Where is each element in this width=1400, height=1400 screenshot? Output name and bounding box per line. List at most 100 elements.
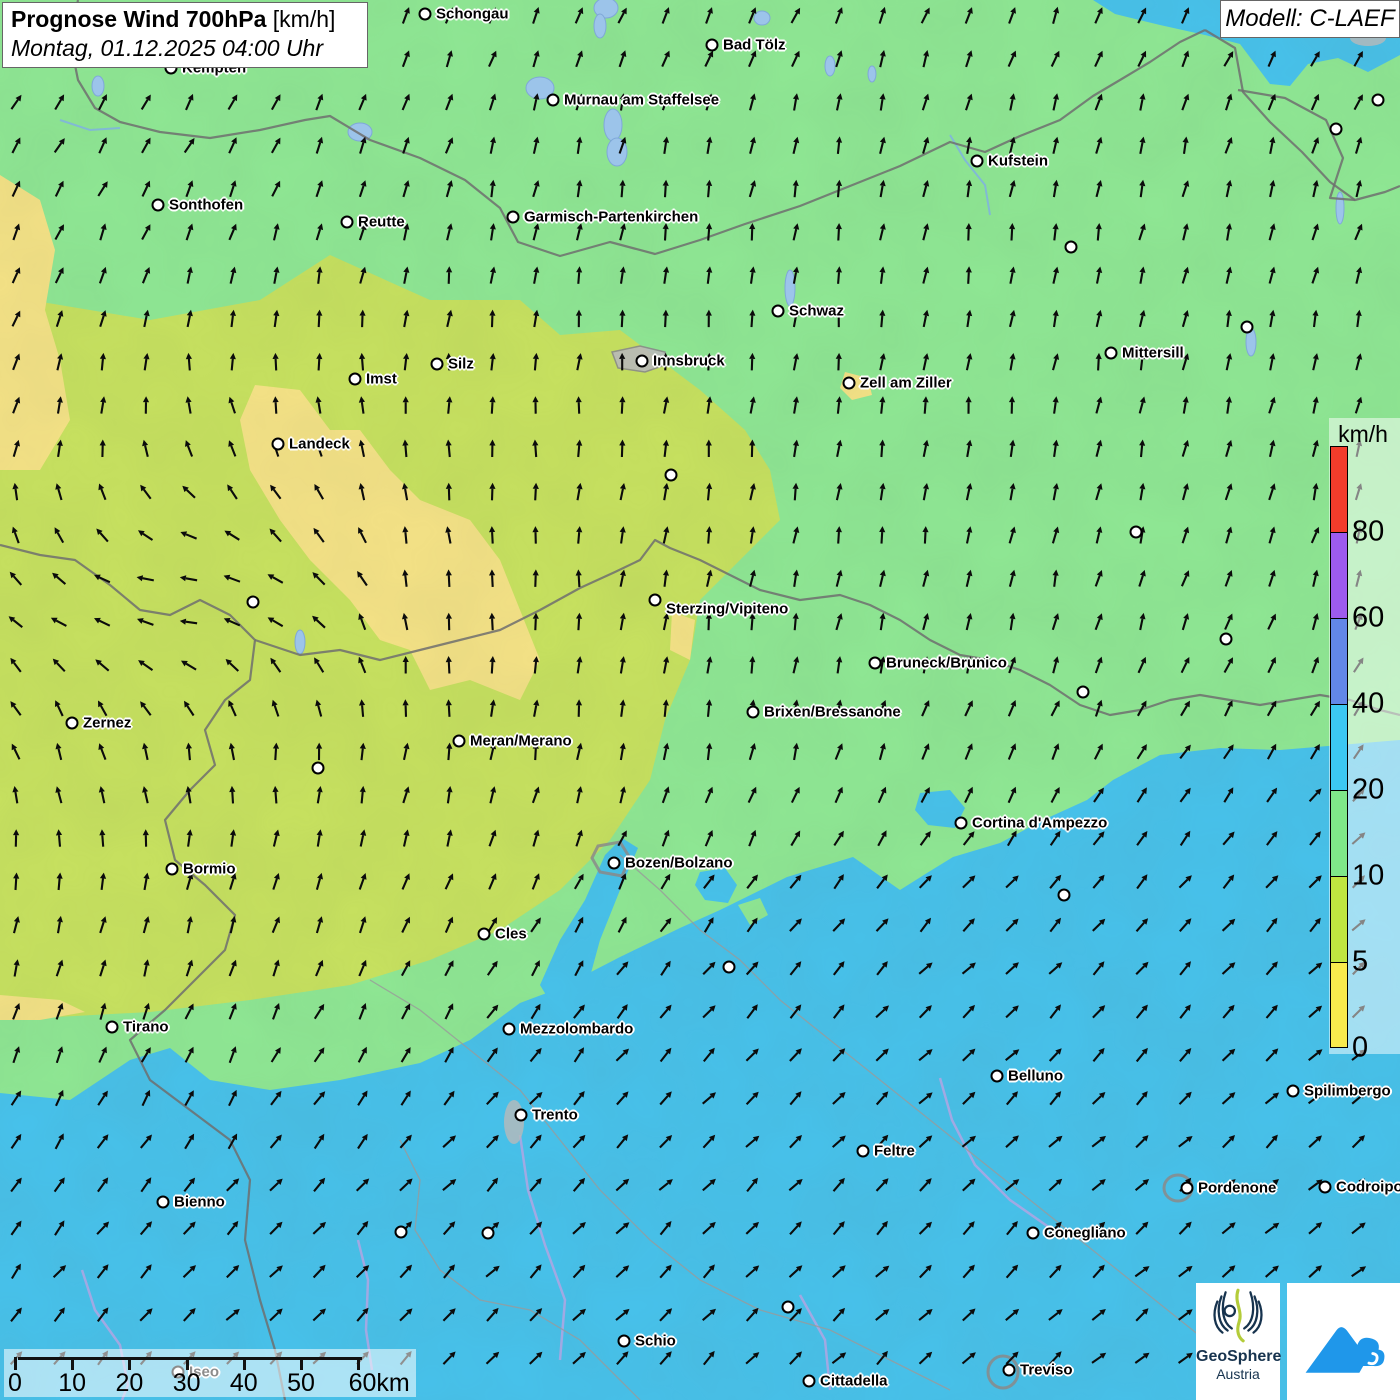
- app-logo: [1287, 1283, 1400, 1400]
- lake: [92, 76, 104, 96]
- city-label: Innsbruck: [653, 353, 725, 370]
- city-marker: [1058, 889, 1071, 902]
- city-marker: [1372, 94, 1385, 107]
- map-title: Prognose Wind 700hPa [km/h]: [11, 6, 367, 33]
- city-label: Feltre: [874, 1143, 915, 1160]
- legend-value: 20: [1352, 774, 1384, 807]
- city-marker: [1330, 123, 1343, 136]
- city-marker: [1181, 1182, 1194, 1195]
- city-marker: [349, 373, 362, 386]
- legend-value: 60: [1352, 602, 1384, 635]
- city-label: Bormio: [183, 861, 236, 878]
- urban-area: [504, 1100, 524, 1144]
- city-marker: [395, 1226, 408, 1239]
- lake: [1336, 192, 1344, 224]
- city-marker: [312, 762, 325, 775]
- city-marker: [955, 817, 968, 830]
- lake: [594, 14, 606, 38]
- city-marker: [1065, 241, 1078, 254]
- legend-value: 10: [1352, 860, 1384, 893]
- city-marker: [1027, 1227, 1040, 1240]
- legend-block-60: [1330, 532, 1348, 618]
- legend-block-10: [1330, 790, 1348, 876]
- legend-unit-label: km/h: [1330, 421, 1396, 448]
- title-unit: [km/h]: [266, 6, 335, 32]
- lake: [295, 630, 305, 654]
- city-marker: [507, 211, 520, 224]
- lake: [785, 270, 795, 306]
- scale-label: 10: [58, 1369, 86, 1398]
- city-marker: [636, 355, 649, 368]
- city-marker: [272, 438, 285, 451]
- city-marker: [482, 1227, 495, 1240]
- city-label: Zell am Ziller: [860, 375, 952, 392]
- city-marker: [1105, 347, 1118, 360]
- city-marker: [747, 706, 760, 719]
- wind-forecast-map: SchongauBad TölzKemptenMurnau am Staffel…: [0, 0, 1400, 1400]
- city-label: Belluno: [1008, 1068, 1063, 1085]
- city-marker: [453, 735, 466, 748]
- city-marker: [157, 1196, 170, 1209]
- city-marker: [1287, 1085, 1300, 1098]
- city-label: Bruneck/Brunico: [886, 655, 1007, 672]
- title-main: Prognose Wind 700hPa: [11, 6, 266, 32]
- legend-value: 5: [1352, 946, 1368, 979]
- scale-label: 50: [287, 1369, 315, 1398]
- city-marker: [341, 216, 354, 229]
- city-marker: [665, 469, 678, 482]
- scale-label: 60km: [349, 1369, 410, 1398]
- city-label: Reutte: [358, 214, 405, 231]
- city-marker: [649, 594, 662, 607]
- city-label: Schwaz: [789, 303, 844, 320]
- city-marker: [106, 1021, 119, 1034]
- lake: [754, 11, 770, 25]
- city-label: Sonthofen: [169, 197, 243, 214]
- legend-value: 40: [1352, 688, 1384, 721]
- city-label: Murnau am Staffelsee: [564, 92, 719, 109]
- city-marker: [547, 94, 560, 107]
- city-label: Sterzing/Vipiteno: [666, 601, 788, 618]
- city-marker: [772, 305, 785, 318]
- legend-block-0: [1330, 962, 1348, 1048]
- city-marker: [478, 928, 491, 941]
- legend-value: 0: [1352, 1032, 1368, 1065]
- city-label: Brixen/Bressanone: [764, 704, 901, 721]
- city-marker: [166, 863, 179, 876]
- geosphere-logo: GeoSphere Austria: [1196, 1283, 1280, 1400]
- scale-label: 30: [173, 1369, 201, 1398]
- city-marker: [803, 1375, 816, 1388]
- city-marker: [843, 377, 856, 390]
- city-marker: [503, 1023, 516, 1036]
- city-label: Spilimbergo: [1304, 1083, 1391, 1100]
- city-label: Schio: [635, 1333, 676, 1350]
- city-marker: [991, 1070, 1004, 1083]
- city-marker: [152, 199, 165, 212]
- city-label: Conegliano: [1044, 1225, 1126, 1242]
- city-label: Treviso: [1020, 1362, 1073, 1379]
- city-marker: [1220, 633, 1233, 646]
- scale-label: 0: [8, 1369, 22, 1398]
- city-marker: [857, 1145, 870, 1158]
- city-marker: [1241, 321, 1254, 334]
- city-marker: [971, 155, 984, 168]
- city-label: Cittadella: [820, 1373, 888, 1390]
- city-label: Schongau: [436, 6, 509, 23]
- geosphere-name: GeoSphere: [1196, 1348, 1280, 1366]
- title-box: Prognose Wind 700hPa [km/h] Montag, 01.1…: [2, 2, 368, 68]
- city-label: Trento: [532, 1107, 578, 1124]
- legend-value: 80: [1352, 516, 1384, 549]
- city-label: Garmisch-Partenkirchen: [524, 209, 698, 226]
- scale-label: 40: [230, 1369, 258, 1398]
- city-label: Landeck: [289, 436, 350, 453]
- city-label: Cles: [495, 926, 527, 943]
- legend-block-40: [1330, 618, 1348, 704]
- city-label: Tirano: [123, 1019, 169, 1036]
- city-marker: [419, 8, 432, 21]
- lake: [868, 66, 876, 82]
- city-label: Mezzolombardo: [520, 1021, 633, 1038]
- model-label: Modell: C-LAEF: [1220, 0, 1400, 38]
- city-marker: [247, 596, 260, 609]
- geosphere-contour-icon: [1207, 1283, 1269, 1345]
- city-marker: [618, 1335, 631, 1348]
- city-marker: [1003, 1364, 1016, 1377]
